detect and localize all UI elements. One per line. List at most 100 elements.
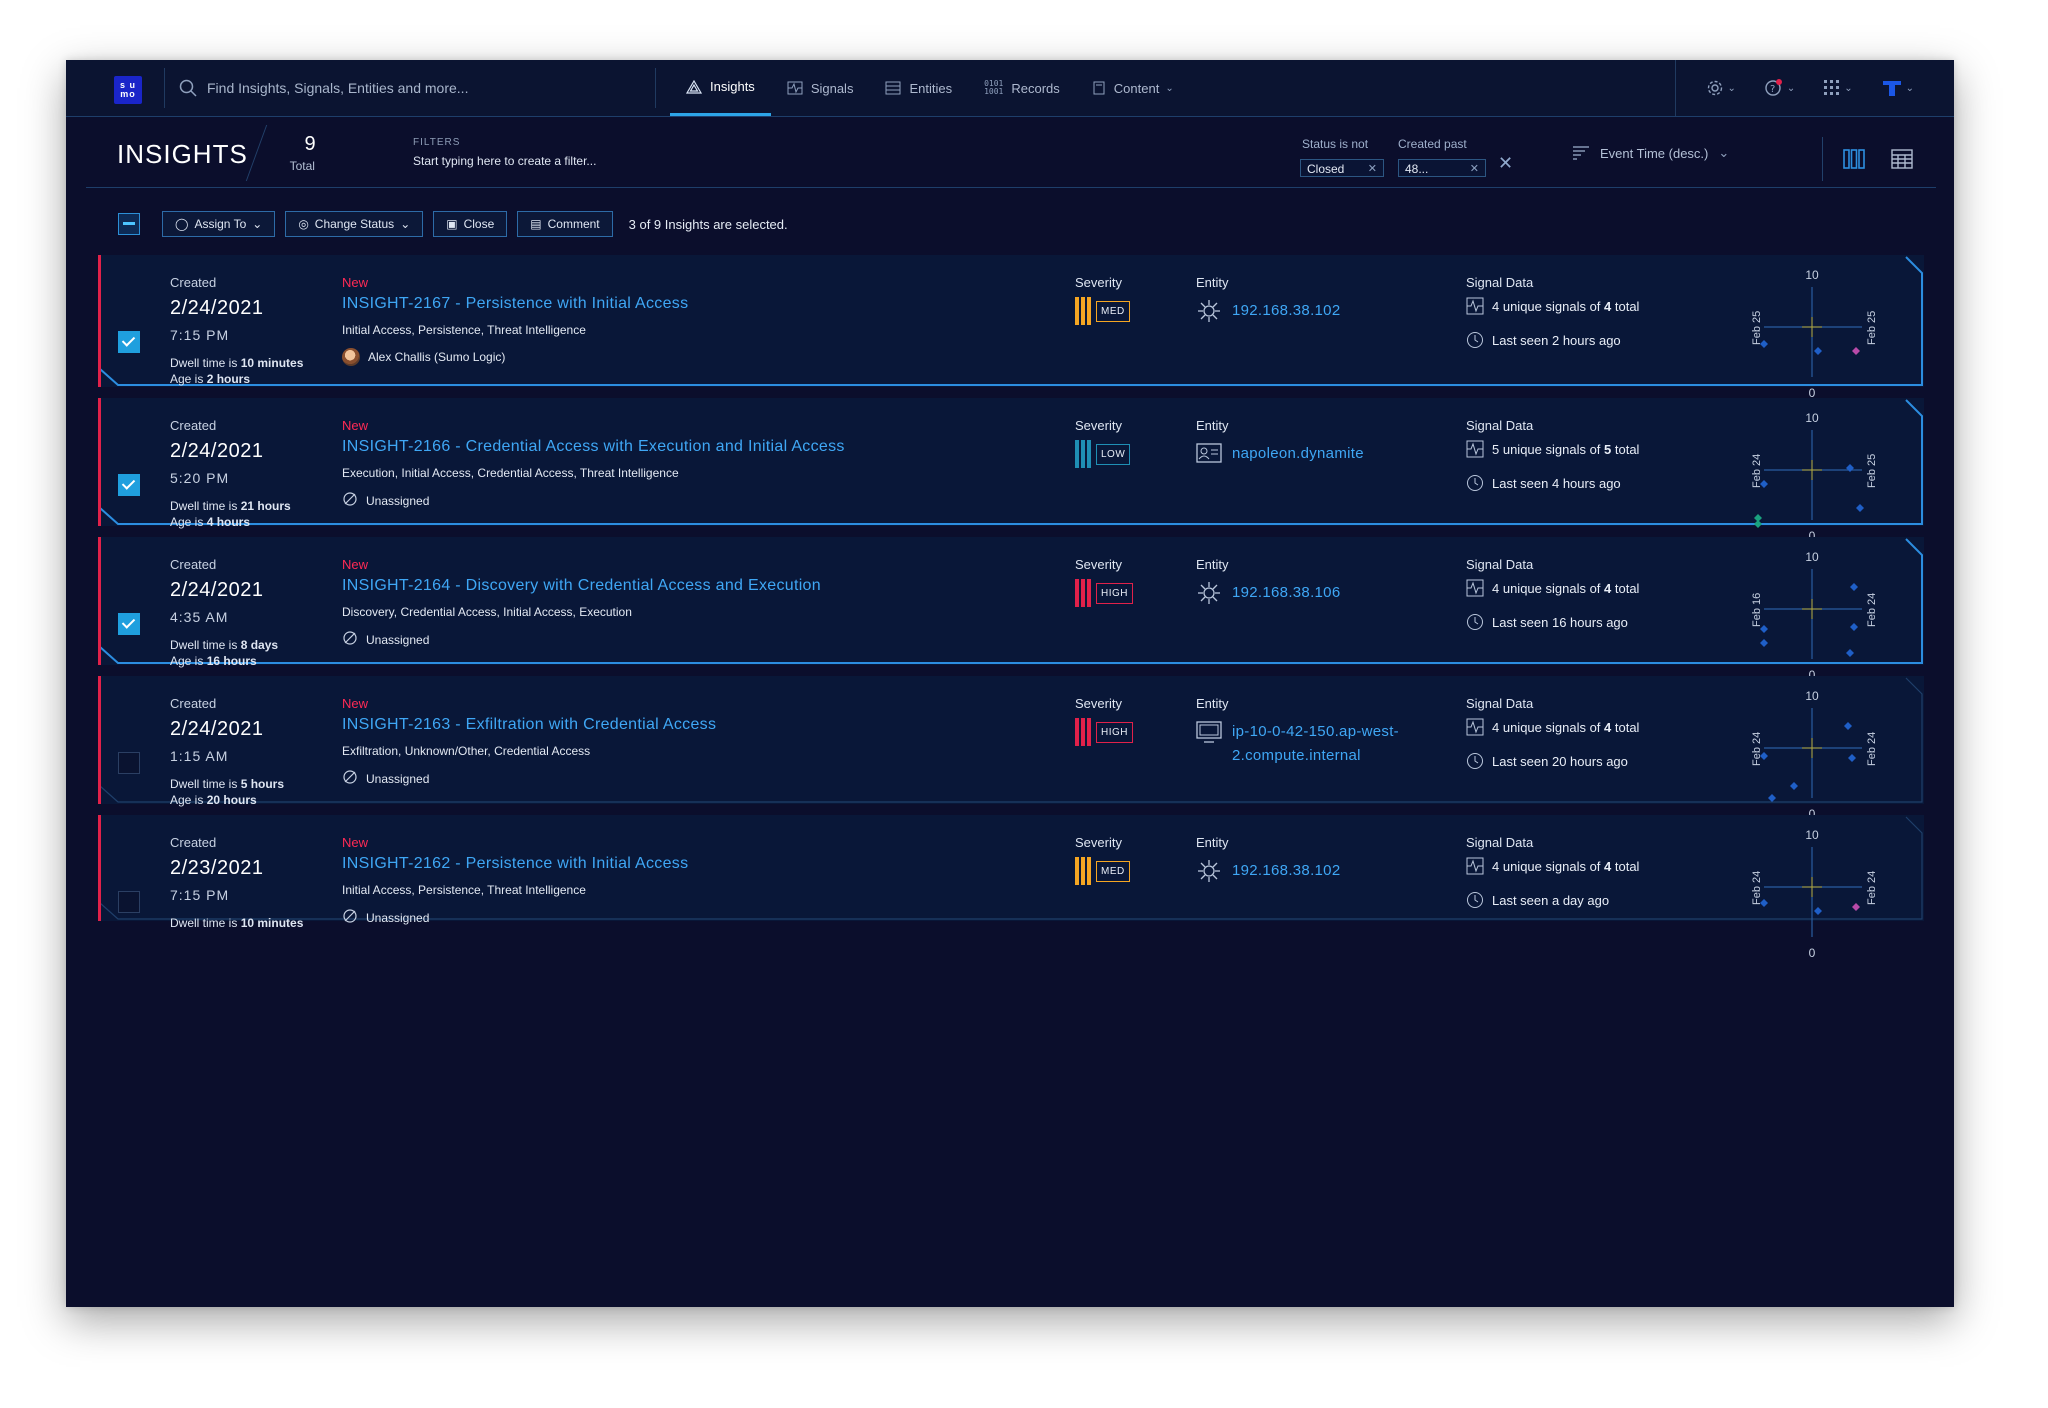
insight-card-4[interactable]: Created 2/24/2021 1:15 AM Dwell time is … xyxy=(98,676,1924,821)
signal-marker xyxy=(1856,504,1864,512)
severity-bar xyxy=(1081,579,1085,607)
tab-signals[interactable]: Signals xyxy=(771,60,870,116)
clear-filters-icon[interactable]: ✕ xyxy=(1498,153,1513,174)
filter-input[interactable]: Start typing here to create a filter... xyxy=(413,154,596,168)
created-date: 2/23/2021 xyxy=(170,857,264,879)
assignee[interactable]: Alex Challis (Sumo Logic) xyxy=(342,348,505,366)
created-time: 7:15 PM xyxy=(170,887,230,903)
total-suffix: total xyxy=(1611,580,1640,596)
signal-marker xyxy=(1768,794,1776,802)
created-date: 2/24/2021 xyxy=(170,579,264,601)
insight-tactics: Exfiltration, Unknown/Other, Credential … xyxy=(342,744,591,758)
insight-title-link[interactable]: INSIGHT-2166 - Credential Access with Ex… xyxy=(342,438,845,456)
remove-filter-icon[interactable]: ✕ xyxy=(1470,160,1479,178)
entity-label: Entity xyxy=(1196,275,1229,290)
unassigned-icon xyxy=(342,630,358,649)
global-search[interactable]: Find Insights, Signals, Entities and mor… xyxy=(164,68,656,108)
records-icon: 0101 1001 xyxy=(984,79,1004,96)
created-label: Created xyxy=(170,557,217,572)
signal-timeline-chart: 100Feb 24 Feb 24 xyxy=(1751,689,1878,821)
comment-button[interactable]: ▤ Comment xyxy=(517,211,613,237)
assignee[interactable]: Unassigned xyxy=(342,630,429,649)
signal-count: 4 unique signals of 4 total xyxy=(1466,579,1639,597)
insight-checkbox[interactable] xyxy=(118,613,140,635)
change-status-button[interactable]: ◎ Change Status ⌄ xyxy=(285,211,424,237)
chevron-down-icon: ⌄ xyxy=(1727,82,1736,94)
age-prefix: Age is xyxy=(170,515,207,529)
unique-signals-text: 4 unique signals of xyxy=(1492,719,1605,735)
search-input[interactable]: Find Insights, Signals, Entities and mor… xyxy=(207,80,468,96)
assignee[interactable]: Unassigned xyxy=(342,769,429,788)
ip-icon xyxy=(1196,299,1222,328)
insight-title-link[interactable]: INSIGHT-2164 - Discovery with Credential… xyxy=(342,577,821,595)
signal-marker xyxy=(1846,464,1854,472)
user-menu[interactable]: ⌄ xyxy=(1881,78,1914,98)
tab-content[interactable]: Content ⌄ xyxy=(1076,60,1190,116)
assignee[interactable]: Unassigned xyxy=(342,908,429,927)
tab-insights[interactable]: Insights xyxy=(670,60,771,116)
apps-menu[interactable]: ⌄ xyxy=(1823,79,1853,97)
table-view-icon[interactable] xyxy=(1891,149,1913,169)
user-card-icon xyxy=(1196,442,1222,469)
signal-data-label: Signal Data xyxy=(1466,418,1534,433)
age-prefix: Age is xyxy=(170,793,207,807)
entity-value-link[interactable]: 192.168.38.102 xyxy=(1232,859,1422,883)
select-all-checkbox[interactable] xyxy=(118,213,140,235)
tab-entities[interactable]: Entities xyxy=(869,60,968,116)
signal-marker xyxy=(1844,722,1852,730)
severity-label: Severity xyxy=(1075,418,1122,433)
created-label: Created xyxy=(170,275,217,290)
severity-tag: LOW xyxy=(1096,443,1131,465)
tab-records[interactable]: 0101 1001 Records xyxy=(968,60,1076,116)
assignee[interactable]: Unassigned xyxy=(342,491,429,510)
signal-count: 4 unique signals of 4 total xyxy=(1466,857,1639,875)
total-suffix: total xyxy=(1611,858,1640,874)
insight-card-1[interactable]: Created 2/24/2021 7:15 PM Dwell time is … xyxy=(98,255,1924,400)
help-menu[interactable]: ? ⌄ xyxy=(1764,78,1795,98)
timeline-ymax-label: 10 xyxy=(1805,411,1819,425)
total-suffix: total xyxy=(1611,719,1640,735)
tab-entities-label: Entities xyxy=(909,80,953,96)
signal-data-label: Signal Data xyxy=(1466,835,1534,850)
insight-card-3[interactable]: Created 2/24/2021 4:35 AM Dwell time is … xyxy=(98,537,1924,682)
chevron-down-icon: ⌄ xyxy=(1165,82,1174,94)
insight-title-link[interactable]: INSIGHT-2167 - Persistence with Initial … xyxy=(342,295,688,313)
remove-filter-icon[interactable]: ✕ xyxy=(1368,160,1377,178)
last-seen-text: Last seen 16 hours ago xyxy=(1492,614,1628,630)
age-value: 4 hours xyxy=(206,515,251,529)
dwell-age-info: Dwell time is 8 days Age is 16 hours xyxy=(170,637,320,669)
entity-value-link[interactable]: 192.168.38.102 xyxy=(1232,299,1422,323)
created-date: 2/24/2021 xyxy=(170,718,264,740)
insight-checkbox[interactable] xyxy=(118,752,140,774)
insight-title-link[interactable]: INSIGHT-2163 - Exfiltration with Credent… xyxy=(342,716,716,734)
insight-checkbox[interactable] xyxy=(118,331,140,353)
insights-icon xyxy=(686,79,702,94)
severity-bar xyxy=(1075,718,1079,746)
assign-to-button[interactable]: ◯ Assign To ⌄ xyxy=(162,211,276,237)
timeline-end-date: Feb 24 xyxy=(1866,871,1878,905)
view-toggle xyxy=(1822,137,1943,181)
filter-status-chip[interactable]: Closed ✕ xyxy=(1300,159,1384,177)
filter-created-chip[interactable]: 48... ✕ xyxy=(1398,159,1486,177)
last-seen-text: Last seen a day ago xyxy=(1492,892,1610,908)
insight-title-link[interactable]: INSIGHT-2162 - Persistence with Initial … xyxy=(342,855,688,873)
sort-selector[interactable]: Event Time (desc.) ⌄ xyxy=(1572,145,1729,161)
timeline-end-date: Feb 24 xyxy=(1866,732,1878,766)
close-button[interactable]: ▣ Close xyxy=(433,211,508,237)
assignee-name: Unassigned xyxy=(366,493,430,508)
card-view-icon[interactable] xyxy=(1843,149,1865,169)
sumo-logo[interactable]: s u mo xyxy=(114,76,142,104)
entity-value-link[interactable]: napoleon.dynamite xyxy=(1232,442,1422,466)
last-seen-text: Last seen 2 hours ago xyxy=(1492,332,1621,348)
insight-card-2[interactable]: Created 2/24/2021 5:20 PM Dwell time is … xyxy=(98,398,1924,543)
insight-checkbox[interactable] xyxy=(118,891,140,913)
entity-value-link[interactable]: 192.168.38.106 xyxy=(1232,581,1422,605)
severity-bar xyxy=(1087,297,1091,325)
signal-marker xyxy=(1790,782,1798,790)
settings-menu[interactable]: ⌄ xyxy=(1706,79,1736,97)
assignee-name: Unassigned xyxy=(366,771,430,786)
created-time: 5:20 PM xyxy=(170,470,230,486)
insight-card-5[interactable]: Created 2/23/2021 7:15 PM Dwell time is … xyxy=(98,815,1924,960)
entity-value-link[interactable]: ip-10-0-42-150.ap-west-2.compute.interna… xyxy=(1232,720,1422,768)
insight-checkbox[interactable] xyxy=(118,474,140,496)
